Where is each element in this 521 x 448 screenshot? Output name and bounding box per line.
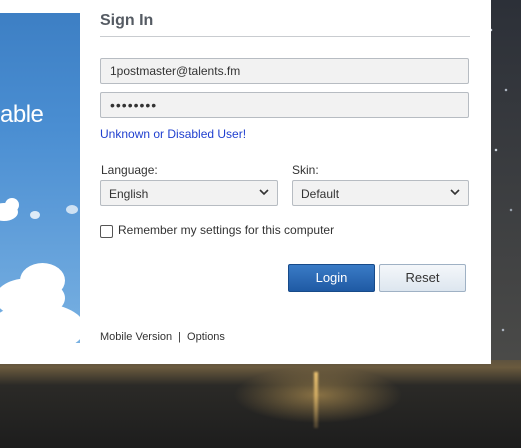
footer-separator: | [178,331,182,343]
cloud-shape [66,205,78,214]
mobile-version-link[interactable]: Mobile Version [100,331,172,343]
cloud-shape [20,263,65,298]
password-field[interactable]: •••••••• [100,92,469,118]
promo-text: able [0,101,44,128]
remember-label[interactable]: Remember my settings for this computer [118,223,334,237]
options-link[interactable]: Options [187,331,225,343]
page-title: Sign In [100,12,154,29]
language-select[interactable]: English [100,180,278,206]
login-card: able Sign In 1postmaster@talents.fm ••••… [0,0,491,364]
error-message-link[interactable]: Unknown or Disabled User! [100,127,246,141]
remember-checkbox[interactable] [100,225,113,238]
skin-select-value: Default [301,187,340,201]
chevron-down-icon [259,189,269,196]
reset-button[interactable]: Reset [379,264,466,292]
username-field[interactable]: 1postmaster@talents.fm [100,58,469,84]
promo-panel: able [0,13,80,343]
footer-links: Mobile Version | Options [100,331,225,343]
cloud-shape [0,303,80,343]
title-divider [100,36,470,37]
cloud-shape [5,198,19,212]
skin-select[interactable]: Default [292,180,469,206]
login-button[interactable]: Login [288,264,375,292]
light-reflection [314,372,318,428]
chevron-down-icon [450,189,460,196]
language-label: Language: [101,163,158,177]
language-select-value: English [109,187,149,201]
cloud-shape [30,211,40,219]
skin-label: Skin: [292,163,319,177]
